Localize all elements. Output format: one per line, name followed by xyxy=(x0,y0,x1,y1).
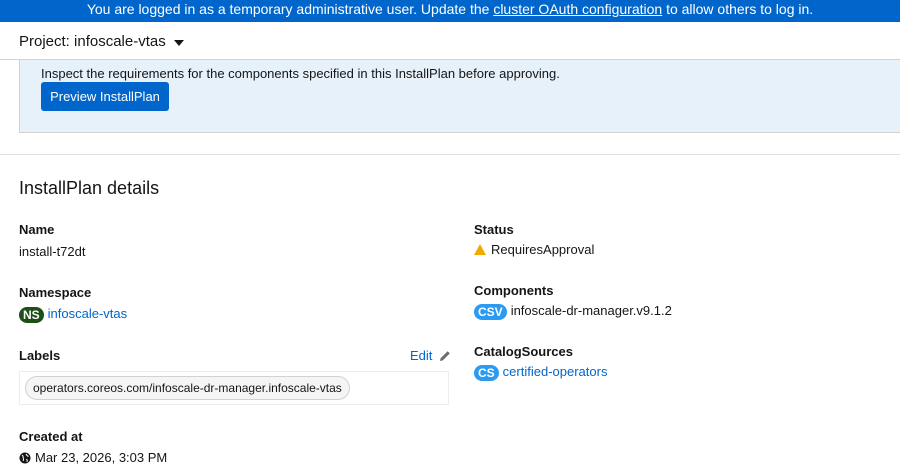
name-label: Name xyxy=(19,222,55,237)
approval-alert: Inspect the requirements for the compone… xyxy=(19,60,900,133)
divider xyxy=(0,154,900,155)
namespace-link[interactable]: infoscale-vtas xyxy=(48,306,127,321)
banner-suffix: to allow others to log in. xyxy=(662,1,814,17)
status-value: RequiresApproval xyxy=(474,242,594,257)
namespace-label: Namespace xyxy=(19,285,92,300)
created-at-label: Created at xyxy=(19,429,83,444)
section-title: InstallPlan details xyxy=(19,178,160,198)
oauth-config-link[interactable]: cluster OAuth configuration xyxy=(493,1,662,17)
labels-box: operators.coreos.com/infoscale-dr-manage… xyxy=(19,371,449,405)
catalog-source-link[interactable]: certified-operators xyxy=(503,364,608,379)
chevron-down-icon[interactable] xyxy=(174,40,184,46)
pencil-icon xyxy=(440,351,450,361)
catalog-sources-value: CS certified-operators xyxy=(474,364,607,381)
created-at-value: Mar 23, 2026, 3:03 PM xyxy=(19,450,167,465)
status-text: RequiresApproval xyxy=(491,242,595,257)
labels-label: Labels xyxy=(19,348,61,363)
components-value: CSV infoscale-dr-manager.v9.1.2 xyxy=(474,303,672,320)
created-at-text: Mar 23, 2026, 3:03 PM xyxy=(35,450,168,465)
namespace-value: NS infoscale-vtas xyxy=(19,306,127,323)
label-chip: operators.coreos.com/infoscale-dr-manage… xyxy=(25,376,350,400)
edit-labels-button[interactable]: Edit xyxy=(410,348,451,363)
warning-icon xyxy=(474,244,486,255)
csv-badge: CSV xyxy=(474,303,507,320)
component-name: infoscale-dr-manager.v9.1.2 xyxy=(510,303,672,318)
namespace-badge: NS xyxy=(19,306,44,323)
name-value: install-t72dt xyxy=(19,244,86,259)
globe-icon xyxy=(19,452,31,464)
status-label: Status xyxy=(474,222,514,237)
alert-text: Inspect the requirements for the compone… xyxy=(41,66,560,81)
edit-labels-label: Edit xyxy=(410,348,433,363)
preview-installplan-button[interactable]: Preview InstallPlan xyxy=(41,82,169,111)
banner-text: You are logged in as a temporary adminis… xyxy=(86,1,494,17)
catalog-sources-label: CatalogSources xyxy=(474,344,573,359)
project-bar: Project: infoscale-vtas xyxy=(0,22,900,60)
components-label: Components xyxy=(474,283,554,298)
admin-banner: You are logged in as a temporary adminis… xyxy=(0,0,900,22)
project-selector[interactable]: Project: infoscale-vtas xyxy=(19,33,166,50)
cs-badge: CS xyxy=(474,364,499,381)
